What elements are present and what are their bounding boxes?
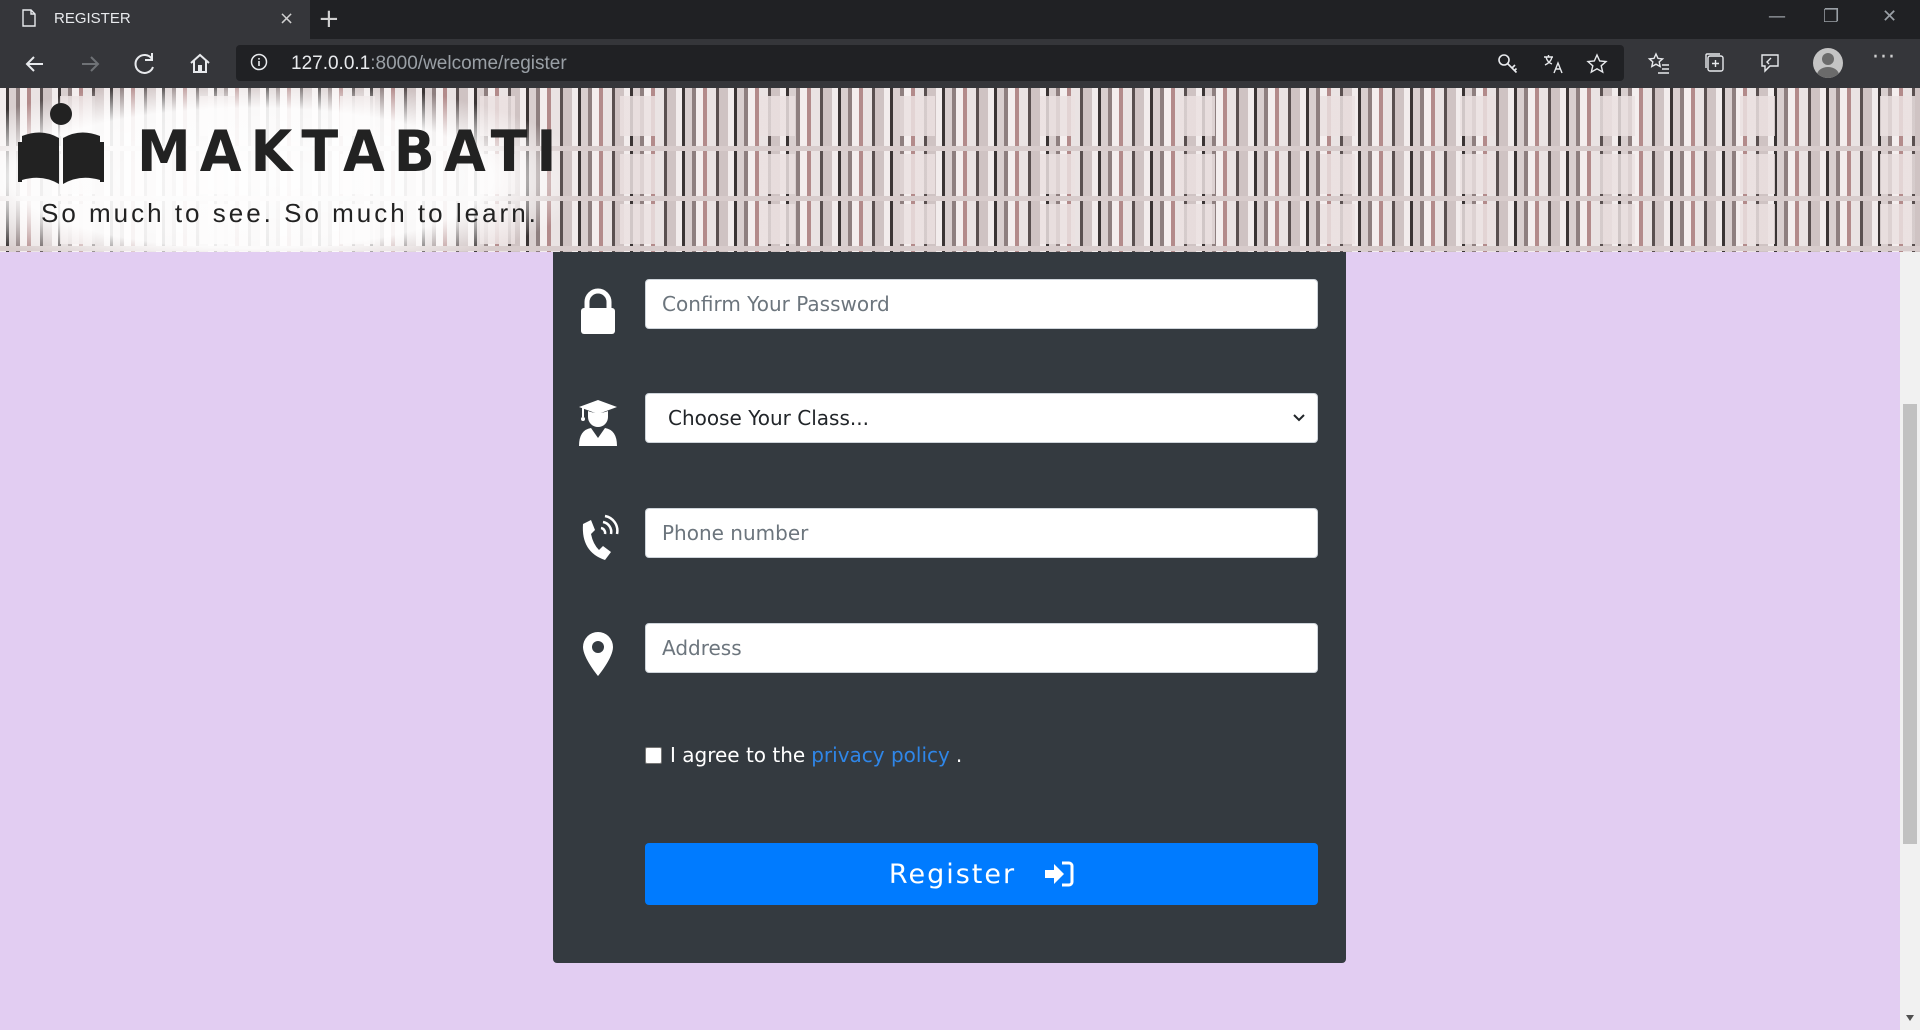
class-select[interactable]: Choose Your Class... — [645, 393, 1318, 443]
close-window-icon[interactable]: ✕ — [1882, 6, 1897, 27]
address-bar[interactable]: 127.0.0.1:8000/welcome/register — [236, 45, 1624, 81]
more-menu-icon[interactable]: ··· — [1872, 45, 1896, 70]
translate-icon[interactable] — [1542, 53, 1564, 75]
browser-tab[interactable]: REGISTER × — [0, 0, 310, 39]
privacy-policy-link[interactable]: privacy policy — [811, 743, 950, 767]
agree-text: I agree to the — [670, 743, 806, 767]
site-banner: MAKTABATI So much to see. So much to lea… — [0, 88, 1920, 252]
refresh-icon[interactable] — [130, 49, 160, 79]
url-host: 127.0.0.1 — [291, 53, 371, 74]
forward-icon[interactable] — [75, 49, 105, 79]
feedback-icon[interactable] — [1758, 51, 1782, 75]
new-tab-icon[interactable]: + — [318, 4, 340, 34]
chevron-down-icon — [1293, 414, 1305, 422]
phone-number-field[interactable]: Phone number — [645, 508, 1318, 558]
agree-checkbox[interactable] — [645, 746, 662, 764]
url-path: :8000/welcome/register — [370, 53, 567, 74]
key-icon[interactable] — [1497, 53, 1519, 75]
privacy-agreement: I agree to the privacy policy . — [645, 740, 962, 770]
scroll-down-arrow-icon[interactable] — [1904, 1012, 1916, 1024]
url-text[interactable]: 127.0.0.1:8000/welcome/register — [291, 53, 567, 75]
favorites-icon[interactable] — [1647, 51, 1671, 75]
reader-logo-icon — [18, 103, 104, 184]
graduate-icon — [579, 400, 617, 446]
map-marker-icon — [583, 632, 613, 676]
phone-icon — [582, 514, 619, 560]
profile-avatar[interactable] — [1813, 48, 1843, 78]
register-form-card: Confirm Your Password Choose Your Class.… — [553, 252, 1346, 963]
browser-toolbar: 127.0.0.1:8000/welcome/register ··· — [0, 39, 1920, 88]
register-label: Register — [888, 858, 1017, 890]
minimize-icon[interactable]: — — [1768, 6, 1786, 27]
address-field[interactable]: Address — [645, 623, 1318, 673]
agree-period: . — [955, 743, 963, 767]
brand-name: MAKTABATI — [137, 118, 566, 185]
star-icon[interactable] — [1586, 53, 1608, 75]
tab-close-icon[interactable]: × — [279, 8, 294, 29]
back-icon[interactable] — [20, 49, 50, 79]
browser-tab-strip: REGISTER × + — ❐ ✕ — [0, 0, 1920, 39]
scrollbar-thumb[interactable] — [1903, 404, 1917, 844]
confirm-password-field[interactable]: Confirm Your Password — [645, 279, 1318, 329]
info-icon[interactable] — [250, 53, 268, 71]
brand-tagline: So much to see. So much to learn. — [41, 198, 539, 228]
document-icon — [22, 9, 36, 27]
register-button[interactable]: Register — [645, 843, 1318, 905]
restore-icon[interactable]: ❐ — [1823, 6, 1839, 27]
home-icon[interactable] — [185, 49, 215, 79]
class-select-value: Choose Your Class... — [668, 406, 869, 430]
sign-in-icon — [1045, 861, 1074, 887]
lock-icon — [581, 288, 615, 334]
tab-title: REGISTER — [54, 10, 131, 27]
collections-icon[interactable] — [1703, 51, 1727, 75]
